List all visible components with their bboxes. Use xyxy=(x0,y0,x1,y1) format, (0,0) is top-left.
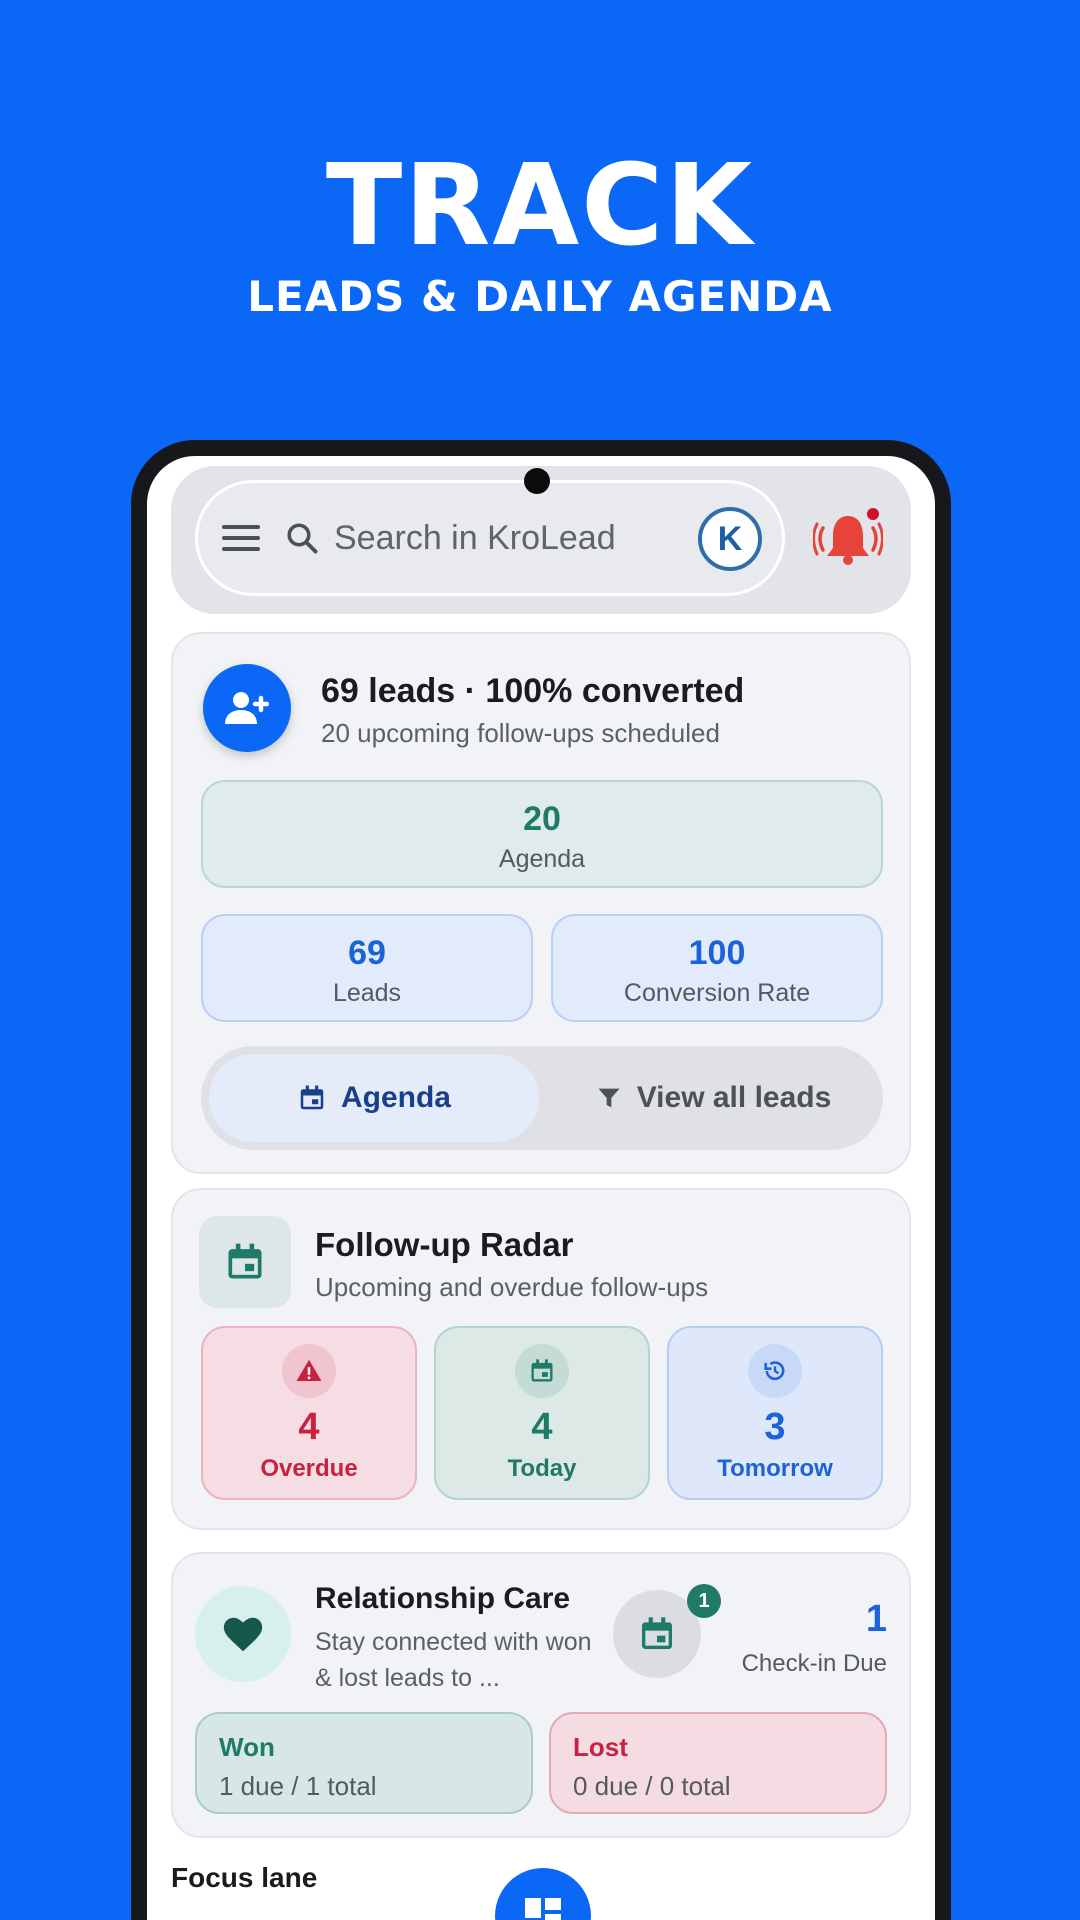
calendar-icon xyxy=(515,1344,569,1398)
add-user-icon[interactable] xyxy=(203,664,291,752)
leads-stat-tile[interactable]: 69 Leads xyxy=(201,914,533,1022)
app-screen: Search in KroLead K 69 leads · 100% conv… xyxy=(147,456,935,1920)
care-subtitle: Stay connected with won & lost leads to … xyxy=(315,1628,592,1692)
focus-lane-heading: Focus lane xyxy=(171,1862,318,1893)
today-label: Today xyxy=(507,1455,577,1482)
overdue-count: 4 xyxy=(298,1406,320,1448)
phone-frame: Search in KroLead K 69 leads · 100% conv… xyxy=(131,440,951,1920)
today-tile[interactable]: 4 Today xyxy=(434,1326,650,1500)
search-input[interactable]: Search in KroLead xyxy=(334,519,616,558)
summary-title: 69 leads · 100% converted xyxy=(321,672,745,710)
heart-icon xyxy=(195,1586,291,1682)
dashboard-icon xyxy=(525,1898,561,1920)
radar-subtitle: Upcoming and overdue follow-ups xyxy=(315,1272,709,1302)
dashboard-fab[interactable] xyxy=(489,1862,597,1920)
notification-bell-icon[interactable] xyxy=(813,506,883,570)
agenda-tab[interactable]: Agenda xyxy=(209,1054,539,1142)
summary-subtitle: 20 upcoming follow-ups scheduled xyxy=(321,718,720,748)
won-detail: 1 due / 1 total xyxy=(219,1771,377,1801)
lost-tile[interactable]: Lost 0 due / 0 total xyxy=(549,1712,887,1814)
overdue-label: Overdue xyxy=(260,1455,358,1482)
agenda-stat-tile[interactable]: 20 Agenda xyxy=(201,780,883,888)
hero-title: TRACK xyxy=(325,141,755,271)
agenda-tab-label: Agenda xyxy=(340,1081,451,1114)
conversion-label: Conversion Rate xyxy=(623,979,811,1007)
leads-count: 69 xyxy=(348,934,386,972)
hero-subtitle: LEADS & DAILY AGENDA xyxy=(247,272,833,321)
view-all-leads-label: View all leads xyxy=(636,1081,832,1114)
radar-title: Follow-up Radar xyxy=(315,1226,574,1263)
conversion-stat-tile[interactable]: 100 Conversion Rate xyxy=(551,914,883,1022)
care-title: Relationship Care xyxy=(315,1582,571,1615)
checkin-count: 1 xyxy=(865,1598,887,1640)
agenda-label: Agenda xyxy=(498,845,586,873)
tomorrow-count: 3 xyxy=(764,1406,786,1448)
leads-label: Leads xyxy=(332,979,402,1007)
lost-detail: 0 due / 0 total xyxy=(573,1771,731,1801)
summary-card: 69 leads · 100% converted 20 upcoming fo… xyxy=(171,632,911,1174)
camera-hole xyxy=(524,468,550,494)
menu-icon[interactable] xyxy=(222,525,260,551)
history-icon xyxy=(748,1344,802,1398)
warning-icon xyxy=(282,1344,336,1398)
agenda-count: 20 xyxy=(523,800,561,838)
view-toggle: Agenda View all leads xyxy=(201,1046,883,1150)
relationship-care-card: Relationship Care Stay connected with wo… xyxy=(171,1552,911,1838)
won-label: Won xyxy=(219,1732,275,1762)
conversion-value: 100 xyxy=(688,934,746,972)
avatar[interactable]: K xyxy=(698,507,762,571)
overdue-tile[interactable]: 4 Overdue xyxy=(201,1326,417,1500)
today-count: 4 xyxy=(531,1406,553,1448)
checkin-label: Check-in Due xyxy=(741,1650,887,1677)
calendar-icon xyxy=(300,1085,324,1110)
lost-label: Lost xyxy=(573,1732,628,1762)
search-bar[interactable]: Search in KroLead K xyxy=(195,480,785,596)
search-icon xyxy=(287,523,318,554)
tomorrow-label: Tomorrow xyxy=(717,1455,833,1482)
filter-icon xyxy=(598,1088,620,1108)
won-tile[interactable]: Won 1 due / 1 total xyxy=(195,1712,533,1814)
checkin-badge: 1 xyxy=(687,1584,721,1618)
view-all-leads-tab[interactable]: View all leads xyxy=(551,1054,875,1142)
follow-up-radar-card: Follow-up Radar Upcoming and overdue fol… xyxy=(171,1188,911,1530)
calendar-icon xyxy=(199,1216,291,1308)
tomorrow-tile[interactable]: 3 Tomorrow xyxy=(667,1326,883,1500)
